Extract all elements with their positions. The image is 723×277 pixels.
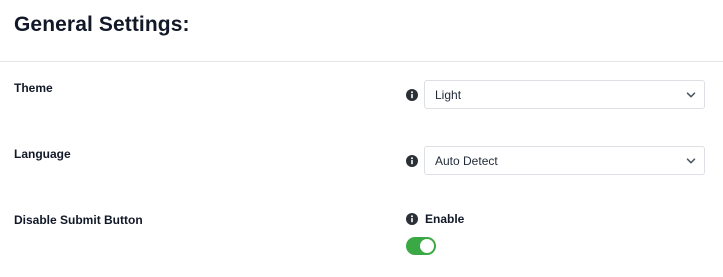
language-select-value: Auto Detect [435, 154, 498, 168]
theme-select[interactable]: Light [424, 80, 705, 109]
toggle-knob [420, 239, 434, 253]
theme-label: Theme [14, 81, 53, 95]
disable-submit-toggle[interactable] [406, 237, 436, 255]
header-divider [0, 61, 723, 62]
chevron-down-icon [686, 90, 696, 100]
theme-select-value: Light [435, 88, 462, 102]
info-icon[interactable] [406, 155, 418, 167]
language-select[interactable]: Auto Detect [424, 146, 705, 175]
info-icon[interactable] [406, 89, 418, 101]
info-icon[interactable] [406, 213, 418, 225]
page-title: General Settings: [14, 13, 190, 36]
enable-label: Enable [425, 212, 465, 226]
disable-submit-label: Disable Submit Button [14, 213, 143, 227]
chevron-down-icon [686, 156, 696, 166]
language-label: Language [14, 147, 71, 161]
